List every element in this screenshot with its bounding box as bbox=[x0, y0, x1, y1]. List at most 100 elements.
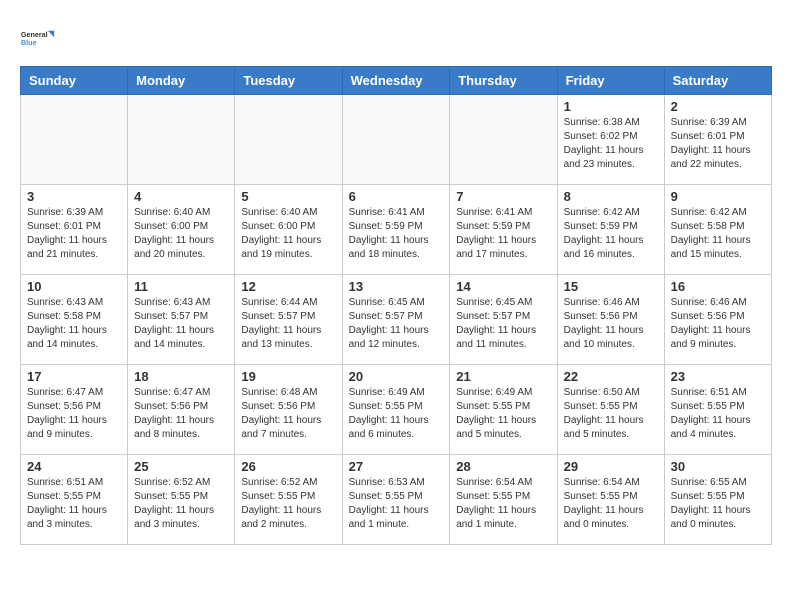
calendar-week-row: 3 Sunrise: 6:39 AM Sunset: 6:01 PM Daylig… bbox=[21, 185, 772, 275]
day-number: 10 bbox=[27, 279, 121, 294]
day-number: 1 bbox=[564, 99, 658, 114]
calendar-week-row: 1 Sunrise: 6:38 AM Sunset: 6:02 PM Daylig… bbox=[21, 95, 772, 185]
calendar-cell: 26 Sunrise: 6:52 AM Sunset: 5:55 PM Dayli… bbox=[235, 455, 342, 545]
calendar-cell: 7 Sunrise: 6:41 AM Sunset: 5:59 PM Daylig… bbox=[450, 185, 557, 275]
day-number: 3 bbox=[27, 189, 121, 204]
calendar-cell bbox=[128, 95, 235, 185]
day-number: 2 bbox=[671, 99, 765, 114]
calendar-cell bbox=[342, 95, 450, 185]
day-info: Sunrise: 6:55 AM Sunset: 5:55 PM Dayligh… bbox=[671, 476, 765, 532]
day-number: 8 bbox=[564, 189, 658, 204]
day-number: 6 bbox=[349, 189, 444, 204]
calendar-cell: 4 Sunrise: 6:40 AM Sunset: 6:00 PM Daylig… bbox=[128, 185, 235, 275]
calendar-cell: 8 Sunrise: 6:42 AM Sunset: 5:59 PM Daylig… bbox=[557, 185, 664, 275]
calendar-cell: 2 Sunrise: 6:39 AM Sunset: 6:01 PM Daylig… bbox=[664, 95, 771, 185]
calendar-cell: 6Sunrise: 6:41 AM Sunset: 5:59 PM Daylig… bbox=[342, 185, 450, 275]
day-number: 9 bbox=[671, 189, 765, 204]
calendar-week-row: 24Sunrise: 6:51 AM Sunset: 5:55 PM Dayli… bbox=[21, 455, 772, 545]
svg-text:General: General bbox=[21, 30, 48, 39]
calendar-cell bbox=[235, 95, 342, 185]
day-info: Sunrise: 6:46 AM Sunset: 5:56 PM Dayligh… bbox=[564, 296, 658, 352]
calendar-cell: 16 Sunrise: 6:46 AM Sunset: 5:56 PM Dayli… bbox=[664, 275, 771, 365]
calendar-cell: 3 Sunrise: 6:39 AM Sunset: 6:01 PM Daylig… bbox=[21, 185, 128, 275]
day-number: 23 bbox=[671, 369, 765, 384]
day-number: 30 bbox=[671, 459, 765, 474]
day-number: 4 bbox=[134, 189, 228, 204]
calendar-cell: 13 Sunrise: 6:45 AM Sunset: 5:57 PM Dayli… bbox=[342, 275, 450, 365]
day-info: Sunrise: 6:54 AM Sunset: 5:55 PM Dayligh… bbox=[564, 476, 658, 532]
calendar-cell: 23 Sunrise: 6:51 AM Sunset: 5:55 PM Dayli… bbox=[664, 365, 771, 455]
day-number: 25 bbox=[134, 459, 228, 474]
calendar-week-row: 17Sunrise: 6:47 AM Sunset: 5:56 PM Dayli… bbox=[21, 365, 772, 455]
day-number: 15 bbox=[564, 279, 658, 294]
day-number: 29 bbox=[564, 459, 658, 474]
calendar-cell: 5Sunrise: 6:40 AM Sunset: 6:00 PM Daylig… bbox=[235, 185, 342, 275]
day-header: Thursday bbox=[450, 67, 557, 95]
calendar-cell: 19 Sunrise: 6:48 AM Sunset: 5:56 PM Dayli… bbox=[235, 365, 342, 455]
calendar-cell: 14 Sunrise: 6:45 AM Sunset: 5:57 PM Dayli… bbox=[450, 275, 557, 365]
calendar-cell: 12 Sunrise: 6:44 AM Sunset: 5:57 PM Dayli… bbox=[235, 275, 342, 365]
day-number: 13 bbox=[349, 279, 444, 294]
calendar-header-row: SundayMondayTuesdayWednesdayThursdayFrid… bbox=[21, 67, 772, 95]
day-info: Sunrise: 6:43 AM Sunset: 5:58 PM Dayligh… bbox=[27, 296, 121, 352]
calendar-cell: 18 Sunrise: 6:47 AM Sunset: 5:56 PM Dayli… bbox=[128, 365, 235, 455]
day-number: 24 bbox=[27, 459, 121, 474]
day-info: Sunrise: 6:39 AM Sunset: 6:01 PM Dayligh… bbox=[27, 206, 121, 262]
day-number: 5 bbox=[241, 189, 335, 204]
day-info: Sunrise: 6:38 AM Sunset: 6:02 PM Dayligh… bbox=[564, 116, 658, 172]
calendar-week-row: 10 Sunrise: 6:43 AM Sunset: 5:58 PM Dayli… bbox=[21, 275, 772, 365]
day-info: Sunrise: 6:45 AM Sunset: 5:57 PM Dayligh… bbox=[349, 296, 444, 352]
day-info: Sunrise: 6:40 AM Sunset: 6:00 PM Dayligh… bbox=[134, 206, 228, 262]
day-info: Sunrise: 6:42 AM Sunset: 5:59 PM Dayligh… bbox=[564, 206, 658, 262]
day-number: 22 bbox=[564, 369, 658, 384]
day-header: Tuesday bbox=[235, 67, 342, 95]
calendar-cell: 20Sunrise: 6:49 AM Sunset: 5:55 PM Dayli… bbox=[342, 365, 450, 455]
calendar-cell bbox=[21, 95, 128, 185]
day-header: Wednesday bbox=[342, 67, 450, 95]
day-number: 26 bbox=[241, 459, 335, 474]
day-number: 11 bbox=[134, 279, 228, 294]
calendar-table: SundayMondayTuesdayWednesdayThursdayFrid… bbox=[20, 66, 772, 545]
day-info: Sunrise: 6:49 AM Sunset: 5:55 PM Dayligh… bbox=[456, 386, 550, 442]
calendar-cell: 11 Sunrise: 6:43 AM Sunset: 5:57 PM Dayli… bbox=[128, 275, 235, 365]
day-info: Sunrise: 6:46 AM Sunset: 5:56 PM Dayligh… bbox=[671, 296, 765, 352]
day-info: Sunrise: 6:39 AM Sunset: 6:01 PM Dayligh… bbox=[671, 116, 765, 172]
calendar-cell: 30 Sunrise: 6:55 AM Sunset: 5:55 PM Dayli… bbox=[664, 455, 771, 545]
calendar-cell: 22Sunrise: 6:50 AM Sunset: 5:55 PM Dayli… bbox=[557, 365, 664, 455]
day-info: Sunrise: 6:48 AM Sunset: 5:56 PM Dayligh… bbox=[241, 386, 335, 442]
day-number: 19 bbox=[241, 369, 335, 384]
calendar-cell: 9 Sunrise: 6:42 AM Sunset: 5:58 PM Daylig… bbox=[664, 185, 771, 275]
day-info: Sunrise: 6:51 AM Sunset: 5:55 PM Dayligh… bbox=[671, 386, 765, 442]
day-number: 7 bbox=[456, 189, 550, 204]
day-info: Sunrise: 6:47 AM Sunset: 5:56 PM Dayligh… bbox=[134, 386, 228, 442]
day-info: Sunrise: 6:44 AM Sunset: 5:57 PM Dayligh… bbox=[241, 296, 335, 352]
calendar-cell: 15 Sunrise: 6:46 AM Sunset: 5:56 PM Dayli… bbox=[557, 275, 664, 365]
day-info: Sunrise: 6:53 AM Sunset: 5:55 PM Dayligh… bbox=[349, 476, 444, 532]
day-info: Sunrise: 6:49 AM Sunset: 5:55 PM Dayligh… bbox=[349, 386, 444, 442]
day-number: 18 bbox=[134, 369, 228, 384]
logo: GeneralBlue bbox=[20, 20, 60, 56]
day-number: 14 bbox=[456, 279, 550, 294]
calendar-cell: 1 Sunrise: 6:38 AM Sunset: 6:02 PM Daylig… bbox=[557, 95, 664, 185]
calendar-cell: 29 Sunrise: 6:54 AM Sunset: 5:55 PM Dayli… bbox=[557, 455, 664, 545]
day-number: 27 bbox=[349, 459, 444, 474]
calendar-cell bbox=[450, 95, 557, 185]
calendar-cell: 17Sunrise: 6:47 AM Sunset: 5:56 PM Dayli… bbox=[21, 365, 128, 455]
day-info: Sunrise: 6:43 AM Sunset: 5:57 PM Dayligh… bbox=[134, 296, 228, 352]
day-header: Sunday bbox=[21, 67, 128, 95]
page-header: GeneralBlue bbox=[20, 20, 772, 56]
day-info: Sunrise: 6:54 AM Sunset: 5:55 PM Dayligh… bbox=[456, 476, 550, 532]
day-info: Sunrise: 6:45 AM Sunset: 5:57 PM Dayligh… bbox=[456, 296, 550, 352]
day-info: Sunrise: 6:42 AM Sunset: 5:58 PM Dayligh… bbox=[671, 206, 765, 262]
day-number: 16 bbox=[671, 279, 765, 294]
day-info: Sunrise: 6:52 AM Sunset: 5:55 PM Dayligh… bbox=[241, 476, 335, 532]
day-header: Monday bbox=[128, 67, 235, 95]
calendar-cell: 28Sunrise: 6:54 AM Sunset: 5:55 PM Dayli… bbox=[450, 455, 557, 545]
calendar-cell: 10 Sunrise: 6:43 AM Sunset: 5:58 PM Dayli… bbox=[21, 275, 128, 365]
day-info: Sunrise: 6:41 AM Sunset: 5:59 PM Dayligh… bbox=[456, 206, 550, 262]
calendar-cell: 25Sunrise: 6:52 AM Sunset: 5:55 PM Dayli… bbox=[128, 455, 235, 545]
calendar-cell: 24Sunrise: 6:51 AM Sunset: 5:55 PM Dayli… bbox=[21, 455, 128, 545]
calendar-cell: 21Sunrise: 6:49 AM Sunset: 5:55 PM Dayli… bbox=[450, 365, 557, 455]
day-number: 12 bbox=[241, 279, 335, 294]
svg-text:Blue: Blue bbox=[21, 38, 37, 47]
